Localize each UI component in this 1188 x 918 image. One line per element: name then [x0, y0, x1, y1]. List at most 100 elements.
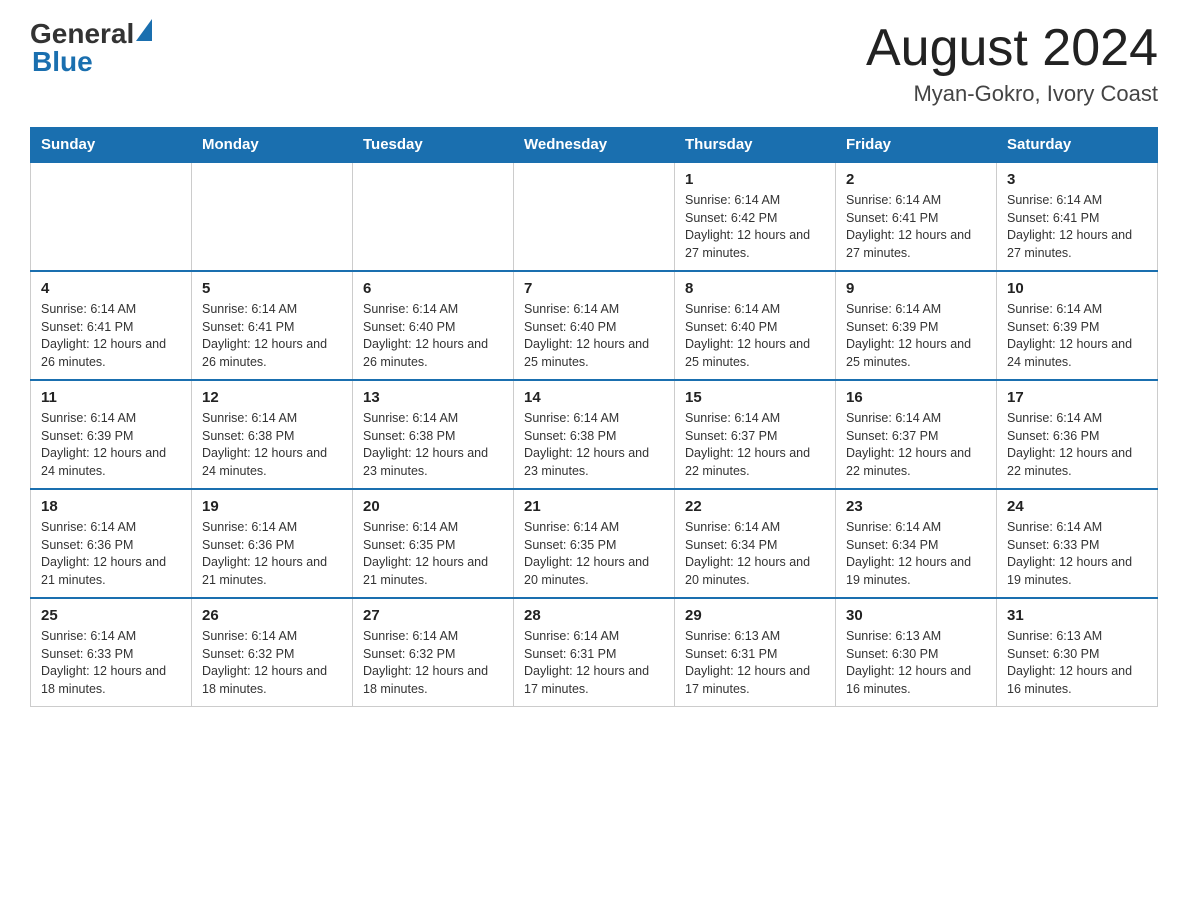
- day-info: Sunrise: 6:14 AMSunset: 6:37 PMDaylight:…: [685, 410, 825, 480]
- day-number: 27: [363, 607, 503, 624]
- calendar-cell: 1Sunrise: 6:14 AMSunset: 6:42 PMDaylight…: [675, 162, 836, 271]
- day-number: 29: [685, 607, 825, 624]
- day-number: 24: [1007, 498, 1147, 515]
- calendar-header: SundayMondayTuesdayWednesdayThursdayFrid…: [31, 128, 1158, 163]
- day-info: Sunrise: 6:14 AMSunset: 6:41 PMDaylight:…: [202, 301, 342, 371]
- calendar-cell: 7Sunrise: 6:14 AMSunset: 6:40 PMDaylight…: [514, 271, 675, 380]
- day-number: 17: [1007, 389, 1147, 406]
- calendar-cell: [353, 162, 514, 271]
- day-number: 12: [202, 389, 342, 406]
- calendar-cell: 21 Sunrise: 6:14 AMSunset: 6:35 PMDayligh…: [514, 489, 675, 598]
- calendar-cell: [31, 162, 192, 271]
- day-info: Sunrise: 6:14 AMSunset: 6:41 PMDaylight:…: [41, 301, 181, 371]
- calendar-cell: 6 Sunrise: 6:14 AMSunset: 6:40 PMDaylight…: [353, 271, 514, 380]
- calendar-cell: 26 Sunrise: 6:14 AMSunset: 6:32 PMDayligh…: [192, 598, 353, 707]
- calendar-cell: 30 Sunrise: 6:13 AMSunset: 6:30 PMDayligh…: [836, 598, 997, 707]
- calendar-cell: 22 Sunrise: 6:14 AMSunset: 6:34 PMDayligh…: [675, 489, 836, 598]
- day-number: 3: [1007, 171, 1147, 188]
- day-info: Sunrise: 6:13 AMSunset: 6:30 PMDaylight:…: [846, 628, 986, 698]
- calendar-cell: 8Sunrise: 6:14 AMSunset: 6:40 PMDaylight…: [675, 271, 836, 380]
- day-number: 15: [685, 389, 825, 406]
- weekday-header-row: SundayMondayTuesdayWednesdayThursdayFrid…: [31, 128, 1158, 163]
- calendar-cell: [514, 162, 675, 271]
- month-title: August 2024: [866, 20, 1158, 77]
- day-info: Sunrise: 6:13 AMSunset: 6:31 PMDaylight:…: [685, 628, 825, 698]
- day-number: 19: [202, 498, 342, 515]
- logo: General Blue: [30, 20, 152, 76]
- day-number: 14: [524, 389, 664, 406]
- day-info: Sunrise: 6:14 AMSunset: 6:41 PMDaylight:…: [846, 192, 986, 262]
- weekday-header-sunday: Sunday: [31, 128, 192, 163]
- calendar-cell: 19 Sunrise: 6:14 AMSunset: 6:36 PMDayligh…: [192, 489, 353, 598]
- day-info: Sunrise: 6:14 AMSunset: 6:33 PMDaylight:…: [1007, 519, 1147, 589]
- day-number: 4: [41, 280, 181, 297]
- day-number: 22: [685, 498, 825, 515]
- weekday-header-thursday: Thursday: [675, 128, 836, 163]
- day-number: 20: [363, 498, 503, 515]
- day-info: Sunrise: 6:14 AMSunset: 6:34 PMDaylight:…: [846, 519, 986, 589]
- weekday-header-friday: Friday: [836, 128, 997, 163]
- day-info: Sunrise: 6:14 AMSunset: 6:41 PMDaylight:…: [1007, 192, 1147, 262]
- weekday-header-wednesday: Wednesday: [514, 128, 675, 163]
- day-info: Sunrise: 6:14 AMSunset: 6:42 PMDaylight:…: [685, 192, 825, 262]
- day-number: 30: [846, 607, 986, 624]
- calendar-cell: 27 Sunrise: 6:14 AMSunset: 6:32 PMDayligh…: [353, 598, 514, 707]
- weekday-header-saturday: Saturday: [997, 128, 1158, 163]
- day-info: Sunrise: 6:14 AMSunset: 6:35 PMDaylight:…: [524, 519, 664, 589]
- day-number: 28: [524, 607, 664, 624]
- day-info: Sunrise: 6:14 AMSunset: 6:40 PMDaylight:…: [363, 301, 503, 371]
- day-info: Sunrise: 6:14 AMSunset: 6:39 PMDaylight:…: [41, 410, 181, 480]
- day-number: 9: [846, 280, 986, 297]
- title-area: August 2024 Myan-Gokro, Ivory Coast: [866, 20, 1158, 107]
- calendar-cell: 18 Sunrise: 6:14 AMSunset: 6:36 PMDayligh…: [31, 489, 192, 598]
- day-info: Sunrise: 6:14 AMSunset: 6:38 PMDaylight:…: [202, 410, 342, 480]
- calendar-cell: 16 Sunrise: 6:14 AMSunset: 6:37 PMDayligh…: [836, 380, 997, 489]
- day-info: Sunrise: 6:14 AMSunset: 6:39 PMDaylight:…: [846, 301, 986, 371]
- location-title: Myan-Gokro, Ivory Coast: [866, 81, 1158, 107]
- calendar-week-row: 11 Sunrise: 6:14 AMSunset: 6:39 PMDayligh…: [31, 380, 1158, 489]
- day-info: Sunrise: 6:14 AMSunset: 6:32 PMDaylight:…: [363, 628, 503, 698]
- calendar-cell: 2 Sunrise: 6:14 AMSunset: 6:41 PMDaylight…: [836, 162, 997, 271]
- calendar-cell: 29 Sunrise: 6:13 AMSunset: 6:31 PMDayligh…: [675, 598, 836, 707]
- day-number: 2: [846, 171, 986, 188]
- calendar-cell: [192, 162, 353, 271]
- calendar-week-row: 1Sunrise: 6:14 AMSunset: 6:42 PMDaylight…: [31, 162, 1158, 271]
- day-number: 31: [1007, 607, 1147, 624]
- day-info: Sunrise: 6:14 AMSunset: 6:31 PMDaylight:…: [524, 628, 664, 698]
- day-info: Sunrise: 6:14 AMSunset: 6:33 PMDaylight:…: [41, 628, 181, 698]
- day-info: Sunrise: 6:13 AMSunset: 6:30 PMDaylight:…: [1007, 628, 1147, 698]
- day-number: 10: [1007, 280, 1147, 297]
- calendar-cell: 24 Sunrise: 6:14 AMSunset: 6:33 PMDayligh…: [997, 489, 1158, 598]
- calendar-week-row: 18 Sunrise: 6:14 AMSunset: 6:36 PMDayligh…: [31, 489, 1158, 598]
- calendar-body: 1Sunrise: 6:14 AMSunset: 6:42 PMDaylight…: [31, 162, 1158, 707]
- calendar-cell: 14Sunrise: 6:14 AMSunset: 6:38 PMDayligh…: [514, 380, 675, 489]
- logo-blue: Blue: [32, 46, 93, 77]
- day-number: 6: [363, 280, 503, 297]
- day-info: Sunrise: 6:14 AMSunset: 6:32 PMDaylight:…: [202, 628, 342, 698]
- calendar-cell: 11 Sunrise: 6:14 AMSunset: 6:39 PMDayligh…: [31, 380, 192, 489]
- logo-general: General: [30, 20, 134, 48]
- day-number: 11: [41, 389, 181, 406]
- day-info: Sunrise: 6:14 AMSunset: 6:36 PMDaylight:…: [41, 519, 181, 589]
- calendar-cell: 3 Sunrise: 6:14 AMSunset: 6:41 PMDaylight…: [997, 162, 1158, 271]
- day-number: 21: [524, 498, 664, 515]
- day-number: 13: [363, 389, 503, 406]
- day-number: 16: [846, 389, 986, 406]
- calendar-week-row: 4 Sunrise: 6:14 AMSunset: 6:41 PMDaylight…: [31, 271, 1158, 380]
- calendar-cell: 5Sunrise: 6:14 AMSunset: 6:41 PMDaylight…: [192, 271, 353, 380]
- weekday-header-tuesday: Tuesday: [353, 128, 514, 163]
- calendar-cell: 23Sunrise: 6:14 AMSunset: 6:34 PMDayligh…: [836, 489, 997, 598]
- day-number: 26: [202, 607, 342, 624]
- day-info: Sunrise: 6:14 AMSunset: 6:37 PMDaylight:…: [846, 410, 986, 480]
- day-info: Sunrise: 6:14 AMSunset: 6:40 PMDaylight:…: [524, 301, 664, 371]
- day-info: Sunrise: 6:14 AMSunset: 6:34 PMDaylight:…: [685, 519, 825, 589]
- day-number: 8: [685, 280, 825, 297]
- day-number: 18: [41, 498, 181, 515]
- weekday-header-monday: Monday: [192, 128, 353, 163]
- day-info: Sunrise: 6:14 AMSunset: 6:36 PMDaylight:…: [202, 519, 342, 589]
- calendar-cell: 12 Sunrise: 6:14 AMSunset: 6:38 PMDayligh…: [192, 380, 353, 489]
- logo-triangle-icon: [136, 19, 152, 41]
- day-number: 25: [41, 607, 181, 624]
- calendar-cell: 4 Sunrise: 6:14 AMSunset: 6:41 PMDaylight…: [31, 271, 192, 380]
- page-header: General Blue August 2024 Myan-Gokro, Ivo…: [30, 20, 1158, 107]
